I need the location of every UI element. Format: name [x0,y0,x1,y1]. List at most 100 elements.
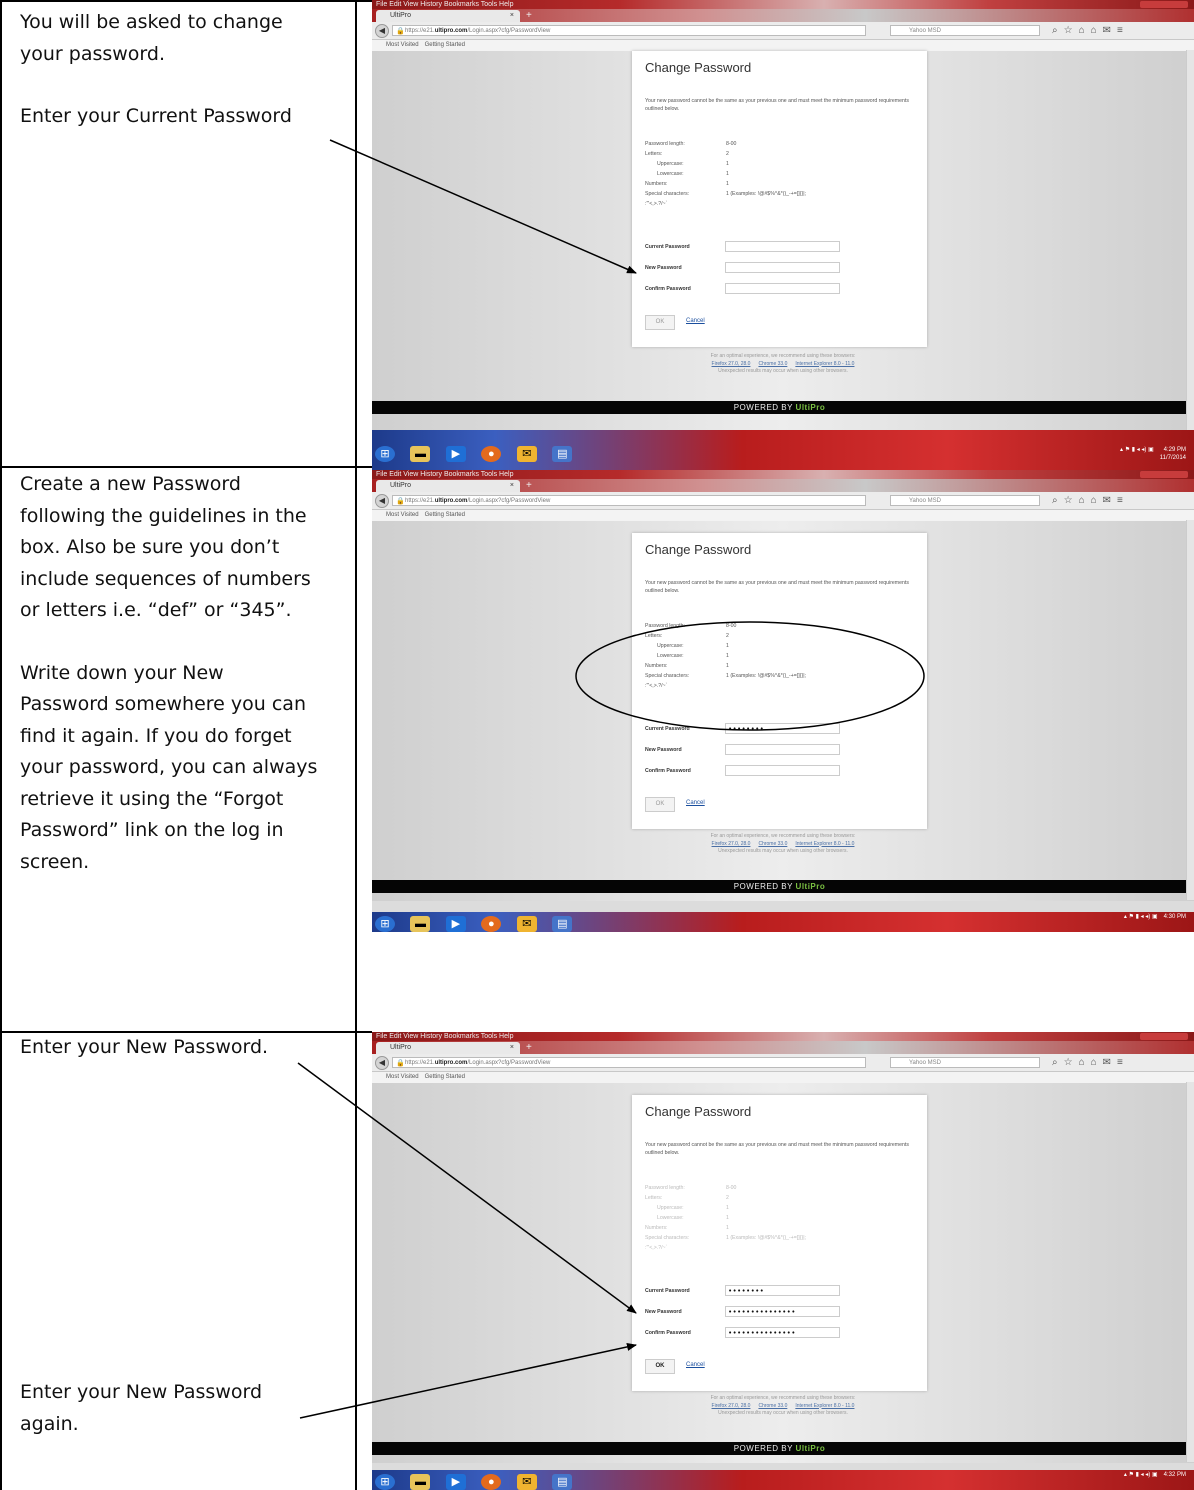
media-player-icon[interactable]: ▶ [445,1474,466,1490]
ie-link[interactable]: Internet Explorer 8.0 - 11.0 [795,361,854,367]
bookmark-getting-started[interactable]: Getting Started [425,1074,465,1080]
confirm-password-field[interactable] [725,283,840,294]
new-password-field[interactable] [725,262,840,273]
firefox-link[interactable]: Firefox 27.0, 28.0 [712,841,751,847]
window-controls[interactable] [1140,1,1188,8]
toolbar-icons[interactable]: ⌕☆⌂⌂✉≡ [1052,24,1129,37]
step2-line: Password” link on the log in [20,819,284,841]
windows-start-icon[interactable]: ⊞ [375,446,395,462]
menu-bar[interactable]: File Edit View History Bookmarks Tools H… [376,470,513,479]
ie-link[interactable]: Internet Explorer 8.0 - 11.0 [795,1403,854,1409]
browser-tab[interactable]: UltiPro × [376,480,520,492]
current-password-field[interactable] [725,241,840,252]
tab-bar: UltiPro × + [372,1041,1194,1054]
firefox-icon[interactable]: ● [481,446,502,462]
windows-taskbar: ⊞ ▬ ▶ ● ✉ ▤ ▴ ⚑ ▮ ◂ ◂) ▣ 4:30 PM [372,912,1194,932]
table-border-top [0,0,372,2]
close-tab-icon[interactable]: × [510,10,514,22]
windows-taskbar: ⊞ ▬ ▶ ● ✉ ▤ ▴ ⚑ ▮ ◂ ◂) ▣ 4:29 PM 11/7/2014 [372,430,1194,470]
ok-button[interactable]: OK [645,1359,675,1374]
firefox-icon[interactable]: ● [481,1474,502,1490]
chrome-link[interactable]: Chrome 33.0 [758,841,787,847]
new-password-row: New Password [645,262,845,274]
folder-icon[interactable]: ▬ [410,1474,431,1490]
address-bar[interactable]: 🔒 https://e21.ultipro.com/Login.aspx?cfg/… [392,1057,866,1068]
close-tab-icon[interactable]: × [510,480,514,492]
system-tray[interactable]: ▴ ⚑ ▮ ◂ ◂) ▣ 4:32 PM [1124,1471,1186,1479]
scrollbar[interactable] [1186,50,1194,430]
firefox-icon[interactable]: ● [481,916,502,932]
chrome-link[interactable]: Chrome 33.0 [758,1403,787,1409]
new-password-field[interactable]: ••••••••••••••• [725,1306,840,1317]
current-password-field[interactable]: •••••••• [725,723,840,734]
address-bar[interactable]: 🔒 https://e21.ultipro.com/Login.aspx?cfg/… [392,495,866,506]
firefox-link[interactable]: Firefox 27.0, 28.0 [712,1403,751,1409]
ok-button[interactable]: OK [645,797,675,812]
folder-icon[interactable]: ▬ [410,916,431,932]
cancel-link[interactable]: Cancel [686,1362,705,1368]
req-special-value: 1 (Examples: !@#$%^&*()_-+=[]{}|; [726,673,806,679]
cancel-link[interactable]: Cancel [686,318,705,324]
new-password-field[interactable] [725,744,840,755]
new-tab-icon[interactable]: + [526,479,532,492]
toolbar-icons[interactable]: ⌕☆⌂⌂✉≡ [1052,494,1129,507]
bookmark-getting-started[interactable]: Getting Started [425,42,465,48]
browser-tab[interactable]: UltiPro × [376,1042,520,1054]
mail-icon[interactable]: ✉ [516,916,537,932]
new-tab-icon[interactable]: + [526,9,532,22]
firefox-link[interactable]: Firefox 27.0, 28.0 [712,361,751,367]
chrome-link[interactable]: Chrome 33.0 [758,361,787,367]
windows-start-icon[interactable]: ⊞ [375,1474,395,1490]
mail-icon[interactable]: ✉ [516,1474,537,1490]
bookmark-most-visited[interactable]: Most Visited [386,42,419,48]
ok-button[interactable]: OK [645,315,675,330]
step1-text-line1: You will be asked to change [20,11,283,33]
document-icon[interactable]: ▤ [552,916,573,932]
window-controls[interactable] [1140,471,1188,478]
document-icon[interactable]: ▤ [552,446,573,462]
search-box[interactable]: Yahoo MSD [890,1057,1040,1068]
folder-icon[interactable]: ▬ [410,446,431,462]
scrollbar[interactable] [1186,520,1194,900]
nav-bar: ◀ 🔒 https://e21.ultipro.com/Login.aspx?cf… [372,1054,1194,1072]
search-box[interactable]: Yahoo MSD [890,25,1040,36]
confirm-password-label: Confirm Password [645,1330,691,1336]
media-player-icon[interactable]: ▶ [445,916,466,932]
window-controls[interactable] [1140,1033,1188,1040]
req-lower-label: Lowercase: [657,1215,684,1221]
bookmark-getting-started[interactable]: Getting Started [425,512,465,518]
current-password-field[interactable]: •••••••• [725,1285,840,1296]
lock-icon: 🔒 [396,498,405,505]
windows-start-icon[interactable]: ⊞ [375,916,395,932]
req-length-label: Password length: [645,141,685,147]
mail-icon[interactable]: ✉ [516,446,537,462]
toolbar-icons[interactable]: ⌕☆⌂⌂✉≡ [1052,1056,1129,1069]
system-tray[interactable]: ▴ ⚑ ▮ ◂ ◂) ▣ 4:30 PM [1124,913,1186,921]
bookmarks-bar: Most Visited Getting Started [372,1072,1194,1083]
bookmark-most-visited[interactable]: Most Visited [386,512,419,518]
back-arrow-icon[interactable]: ◀ [375,494,389,508]
back-arrow-icon[interactable]: ◀ [375,24,389,38]
new-tab-icon[interactable]: + [526,1041,532,1054]
close-tab-icon[interactable]: × [510,1042,514,1054]
menu-bar[interactable]: File Edit View History Bookmarks Tools H… [376,1032,513,1041]
address-bar[interactable]: 🔒 https://e21.ultipro.com/Login.aspx?cfg/… [392,25,866,36]
page-description: Your new password cannot be the same as … [645,98,909,112]
scrollbar[interactable] [1186,1082,1194,1462]
back-arrow-icon[interactable]: ◀ [375,1056,389,1070]
req-special-label: Special characters: [645,1235,690,1241]
menu-bar[interactable]: File Edit View History Bookmarks Tools H… [376,0,513,9]
ie-link[interactable]: Internet Explorer 8.0 - 11.0 [795,841,854,847]
confirm-password-field[interactable]: ••••••••••••••• [725,1327,840,1338]
bookmark-most-visited[interactable]: Most Visited [386,1074,419,1080]
search-box[interactable]: Yahoo MSD [890,495,1040,506]
window-titlebar: File Edit View History Bookmarks Tools H… [372,0,1194,9]
confirm-password-field[interactable] [725,765,840,776]
current-password-row: Current Password •••••••• [645,723,845,735]
ultipro-logo: UltiPro [795,1444,826,1453]
system-tray[interactable]: ▴ ⚑ ▮ ◂ ◂) ▣ 4:29 PM 11/7/2014 [1120,446,1186,462]
browser-tab[interactable]: UltiPro × [376,10,520,22]
cancel-link[interactable]: Cancel [686,800,705,806]
document-icon[interactable]: ▤ [552,1474,573,1490]
media-player-icon[interactable]: ▶ [445,446,466,462]
